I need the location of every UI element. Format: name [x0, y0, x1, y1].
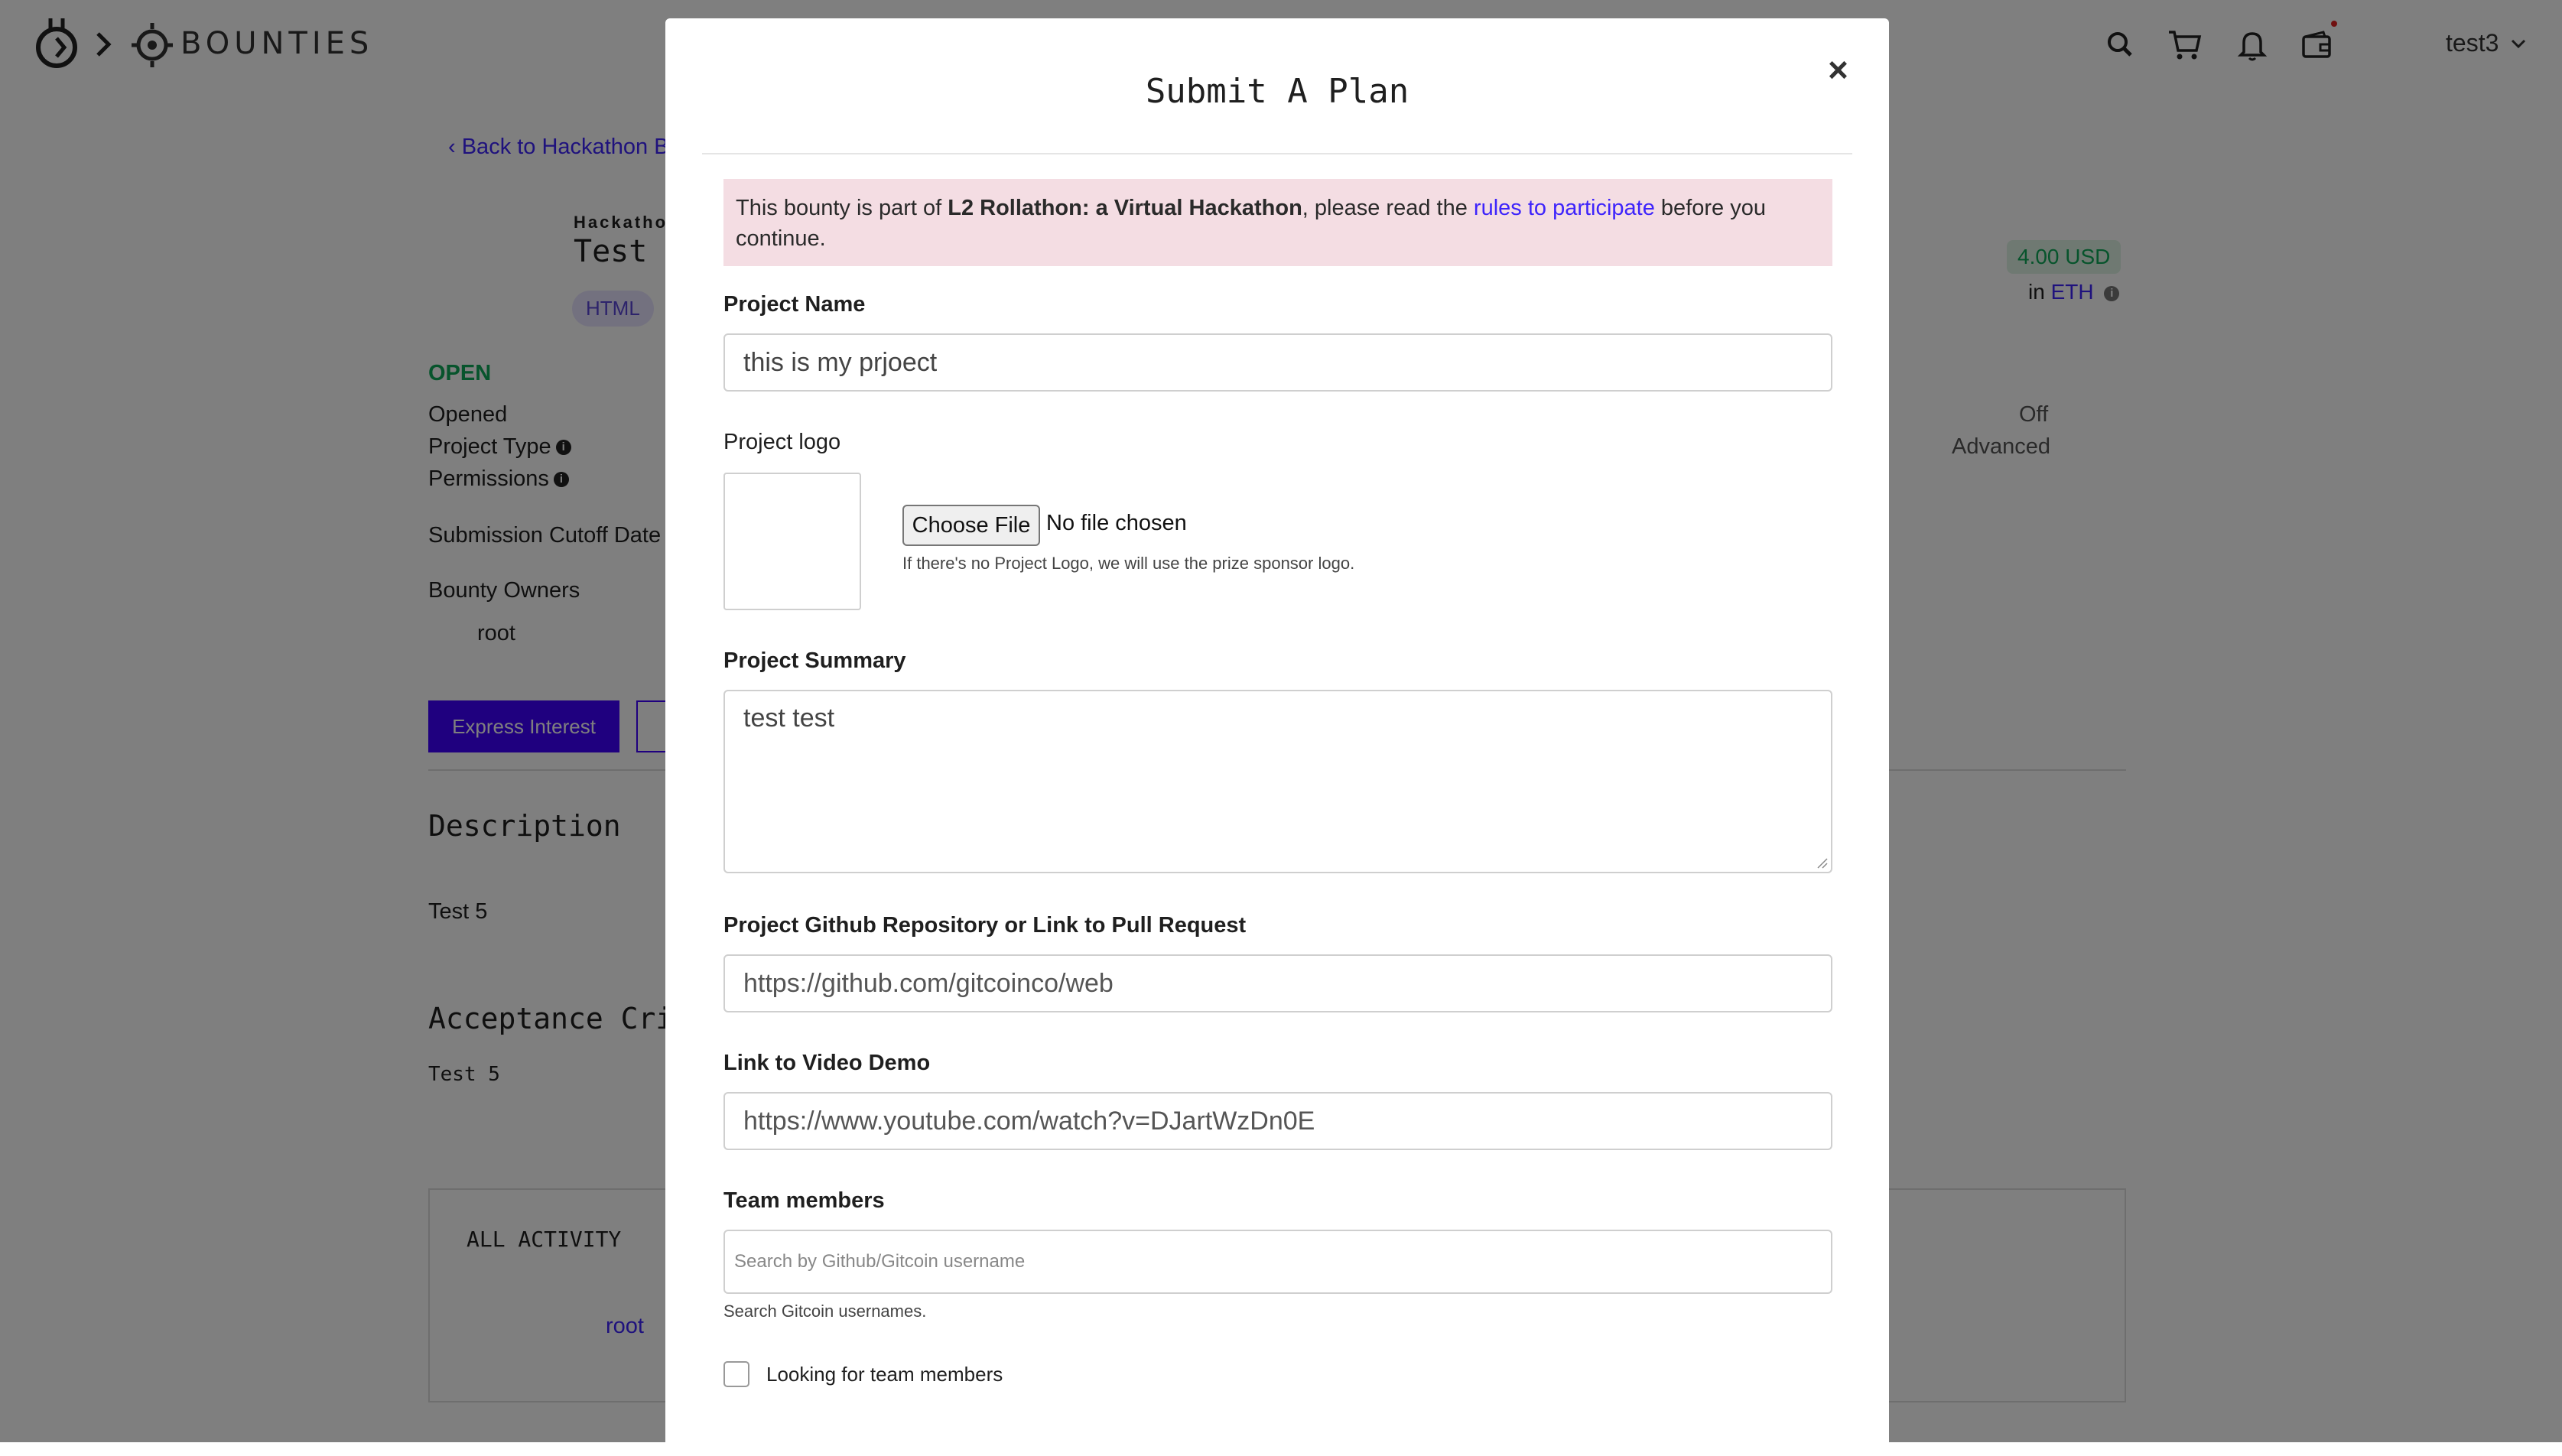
- close-icon[interactable]: ×: [1828, 52, 1848, 87]
- alert-hackathon-name: L2 Rollathon: a Virtual Hackathon: [948, 196, 1302, 220]
- alert-middle: , please read the: [1302, 196, 1474, 220]
- submit-plan-modal: Submit A Plan × This bounty is part of L…: [665, 18, 1889, 1456]
- project-summary-label: Project Summary: [723, 648, 906, 673]
- alert-prefix: This bounty is part of: [736, 196, 948, 220]
- video-demo-input[interactable]: https://www.youtube.com/watch?v=DJartWzD…: [723, 1092, 1832, 1150]
- file-status: No file chosen: [1046, 511, 1187, 535]
- team-members-search[interactable]: Search by Github/Gitcoin username: [723, 1230, 1832, 1294]
- repo-label: Project Github Repository or Link to Pul…: [723, 913, 1247, 938]
- looking-for-team-label[interactable]: Looking for team members: [766, 1363, 1003, 1386]
- looking-for-team-checkbox[interactable]: [723, 1361, 749, 1387]
- resize-handle-icon[interactable]: [1816, 856, 1828, 869]
- hackathon-alert: This bounty is part of L2 Rollathon: a V…: [723, 179, 1832, 266]
- team-members-label: Team members: [723, 1188, 885, 1213]
- modal-divider: [702, 153, 1852, 154]
- project-logo-preview: [723, 473, 861, 610]
- project-summary-textarea[interactable]: test test: [723, 690, 1832, 873]
- project-name-label: Project Name: [723, 292, 866, 317]
- rules-link[interactable]: rules to participate: [1474, 196, 1655, 220]
- team-help-text: Search Gitcoin usernames.: [723, 1302, 927, 1321]
- project-logo-label: Project logo: [723, 430, 841, 454]
- choose-file-button[interactable]: Choose File: [902, 505, 1040, 546]
- project-summary-value: test test: [743, 704, 835, 733]
- project-name-input[interactable]: this is my prjoect: [723, 333, 1832, 392]
- repo-input[interactable]: https://github.com/gitcoinco/web: [723, 954, 1832, 1012]
- modal-title: Submit A Plan: [1145, 72, 1409, 111]
- video-demo-label: Link to Video Demo: [723, 1051, 931, 1075]
- logo-help-text: If there's no Project Logo, we will use …: [902, 554, 1355, 573]
